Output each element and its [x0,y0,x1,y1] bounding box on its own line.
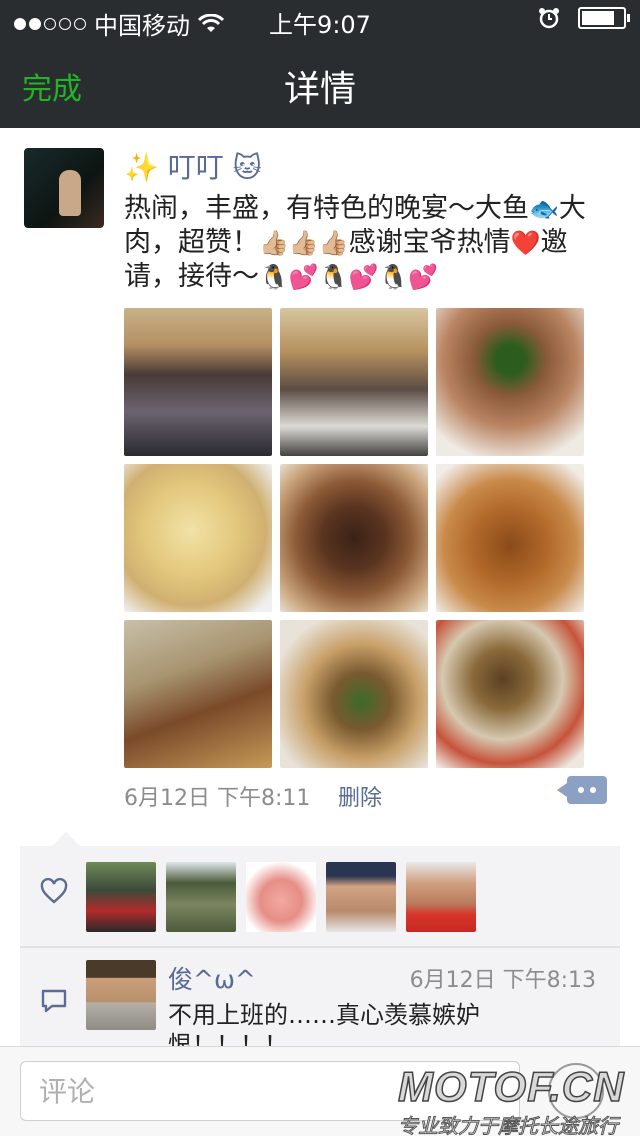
moment-detail: ✨ 叮叮 🐱 热闹，丰盛，有特色的晚宴～大鱼🐟大肉，超赞！👍🏼👍🏼👍🏼感谢宝爷热… [0,128,640,1046]
author-name[interactable]: ✨ 叮叮 🐱 [124,146,262,186]
watermark-logo: MOTOF.CN [397,1063,625,1110]
battery-icon [578,7,630,29]
heart-emoji: ❤️ [510,229,541,257]
author-avatar[interactable] [24,148,104,228]
penguin-emoji: 🐧💕🐧💕🐧💕 [259,263,439,291]
photo-thumbnail[interactable] [436,464,584,612]
thumbs-up-emoji: 👍🏼👍🏼👍🏼 [259,229,349,257]
post-timestamp: 6月12日 下午8:11 [124,780,310,812]
post-text: 热闹，丰盛，有特色的晚宴～大鱼🐟大肉，超赞！👍🏼👍🏼👍🏼感谢宝爷热情❤️邀请，接… [124,192,620,294]
comment-time: 6月12日 下午8:13 [409,968,596,993]
post-date: 6月12日 [124,786,210,811]
status-bar: 中国移动 上午9:07 [0,0,640,40]
comment-text: 不用上班的……真心羡慕嫉妒恨！！！！ [168,1001,480,1046]
status-right [538,7,630,29]
post-text-part: 感谢宝爷热情 [348,227,511,258]
photo-thumbnail[interactable] [124,308,272,456]
fish-emoji: 🐟 [529,195,559,223]
photo-thumbnail[interactable] [280,464,428,612]
photo-grid [124,308,584,768]
liker-avatar[interactable] [246,862,316,932]
watermark-slogan: 专业致力于摩托长途旅行 [398,1114,619,1136]
comment-bubble-icon [41,989,67,1013]
heart-outline-icon [40,878,68,904]
page-title: 详情 [283,69,356,110]
more-actions-button[interactable] [557,776,607,804]
photo-thumbnail[interactable] [124,620,272,768]
likes-section [20,832,620,946]
photo-thumbnail[interactable] [280,308,428,456]
photo-thumbnail[interactable] [436,620,584,768]
post-time: 下午8:11 [217,786,311,811]
alarm-icon [539,8,559,29]
photo-thumbnail[interactable] [124,464,272,612]
comments-section: 俊^ω^ 6月12日 下午8:13 不用上班的……真心羡慕嫉妒恨！！！！ [20,948,620,1046]
photo-thumbnail[interactable] [436,308,584,456]
post-text-part: 热闹，丰盛，有特色的晚宴～大鱼 [124,193,529,224]
photo-thumbnail[interactable] [280,620,428,768]
liker-avatar[interactable] [406,862,476,932]
liker-avatar[interactable] [166,862,236,932]
liker-avatar[interactable] [86,862,156,932]
delete-button[interactable]: 删除 [338,780,382,812]
liker-avatar[interactable] [326,862,396,932]
nav-bar: 完成 详情 [0,40,640,128]
commenter-name[interactable]: 俊^ω^ [168,960,256,996]
commenter-avatar[interactable] [86,960,156,1030]
watermark: MOTOF.CN 专业致力于摩托长途旅行 [397,1063,640,1136]
